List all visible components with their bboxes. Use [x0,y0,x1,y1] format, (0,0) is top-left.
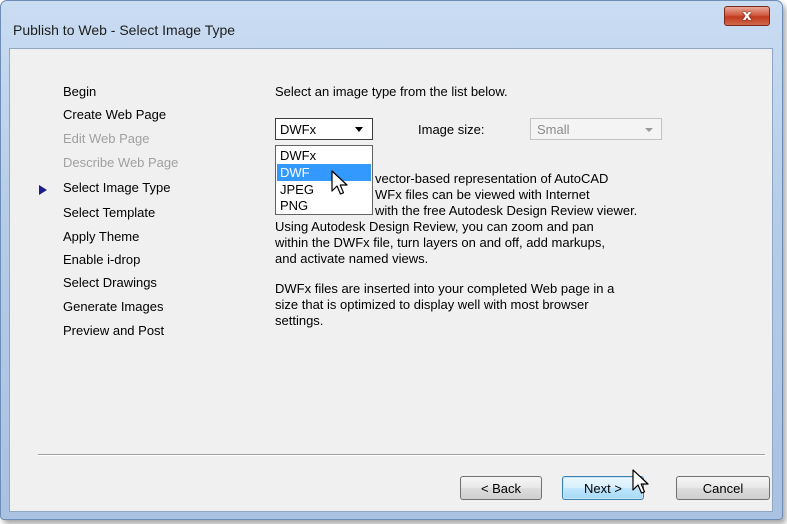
step-select-image-type: Select Image Type [63,180,171,195]
option-dwf[interactable]: DWF [277,164,371,181]
description-line: within the DWFx file, turn layers on and… [275,235,605,250]
nav-current-arrow-icon [39,185,47,195]
mouse-pointer-icon [331,170,348,195]
step-describe-web-page: Describe Web Page [63,155,179,170]
description-line: DWFx files are inserted into your comple… [275,281,615,296]
step-create-web-page: Create Web Page [63,107,167,122]
step-preview-and-post: Preview and Post [63,323,165,338]
mouse-pointer-icon [632,469,649,494]
step-enable-i-drop: Enable i-drop [63,252,141,267]
dropdown-arrow-icon [645,128,653,132]
step-apply-theme: Apply Theme [63,229,140,244]
option-jpeg[interactable]: JPEG [277,181,371,198]
cancel-button[interactable]: Cancel [676,476,770,500]
dialog-client-area: Begin Create Web Page Edit Web Page Desc… [9,48,773,512]
image-type-value: DWFx [280,122,317,137]
image-type-select[interactable]: DWFx [275,118,373,140]
step-generate-images: Generate Images [63,299,164,314]
title-bar[interactable]: Publish to Web - Select Image Type x [1,1,782,46]
step-select-drawings: Select Drawings [63,275,157,290]
divider [38,454,765,456]
description-line: and activate named views. [275,251,429,266]
close-icon: x [742,8,752,24]
option-dwfx[interactable]: DWFx [277,147,371,164]
image-size-select: Small [530,118,662,140]
option-png[interactable]: PNG [277,197,371,214]
step-begin: Begin [63,84,97,99]
step-edit-web-page: Edit Web Page [63,131,150,146]
image-type-dropdown-list: DWFx DWF JPEG PNG [275,145,373,215]
dialog-window: Publish to Web - Select Image Type x Beg… [0,0,783,520]
description-line: Using Autodesk Design Review, you can zo… [275,219,594,234]
description-line: size that is optimized to display well w… [275,297,589,312]
instruction-text: Select an image type from the list below… [275,84,508,99]
back-button[interactable]: < Back [460,476,542,500]
step-select-template: Select Template [63,205,156,220]
close-button[interactable]: x [724,6,770,26]
description-line: settings. [275,313,324,328]
window-title: Publish to Web - Select Image Type [13,22,236,38]
image-size-value: Small [537,122,570,137]
image-size-label: Image size: [418,122,485,137]
dropdown-arrow-icon [355,127,363,132]
